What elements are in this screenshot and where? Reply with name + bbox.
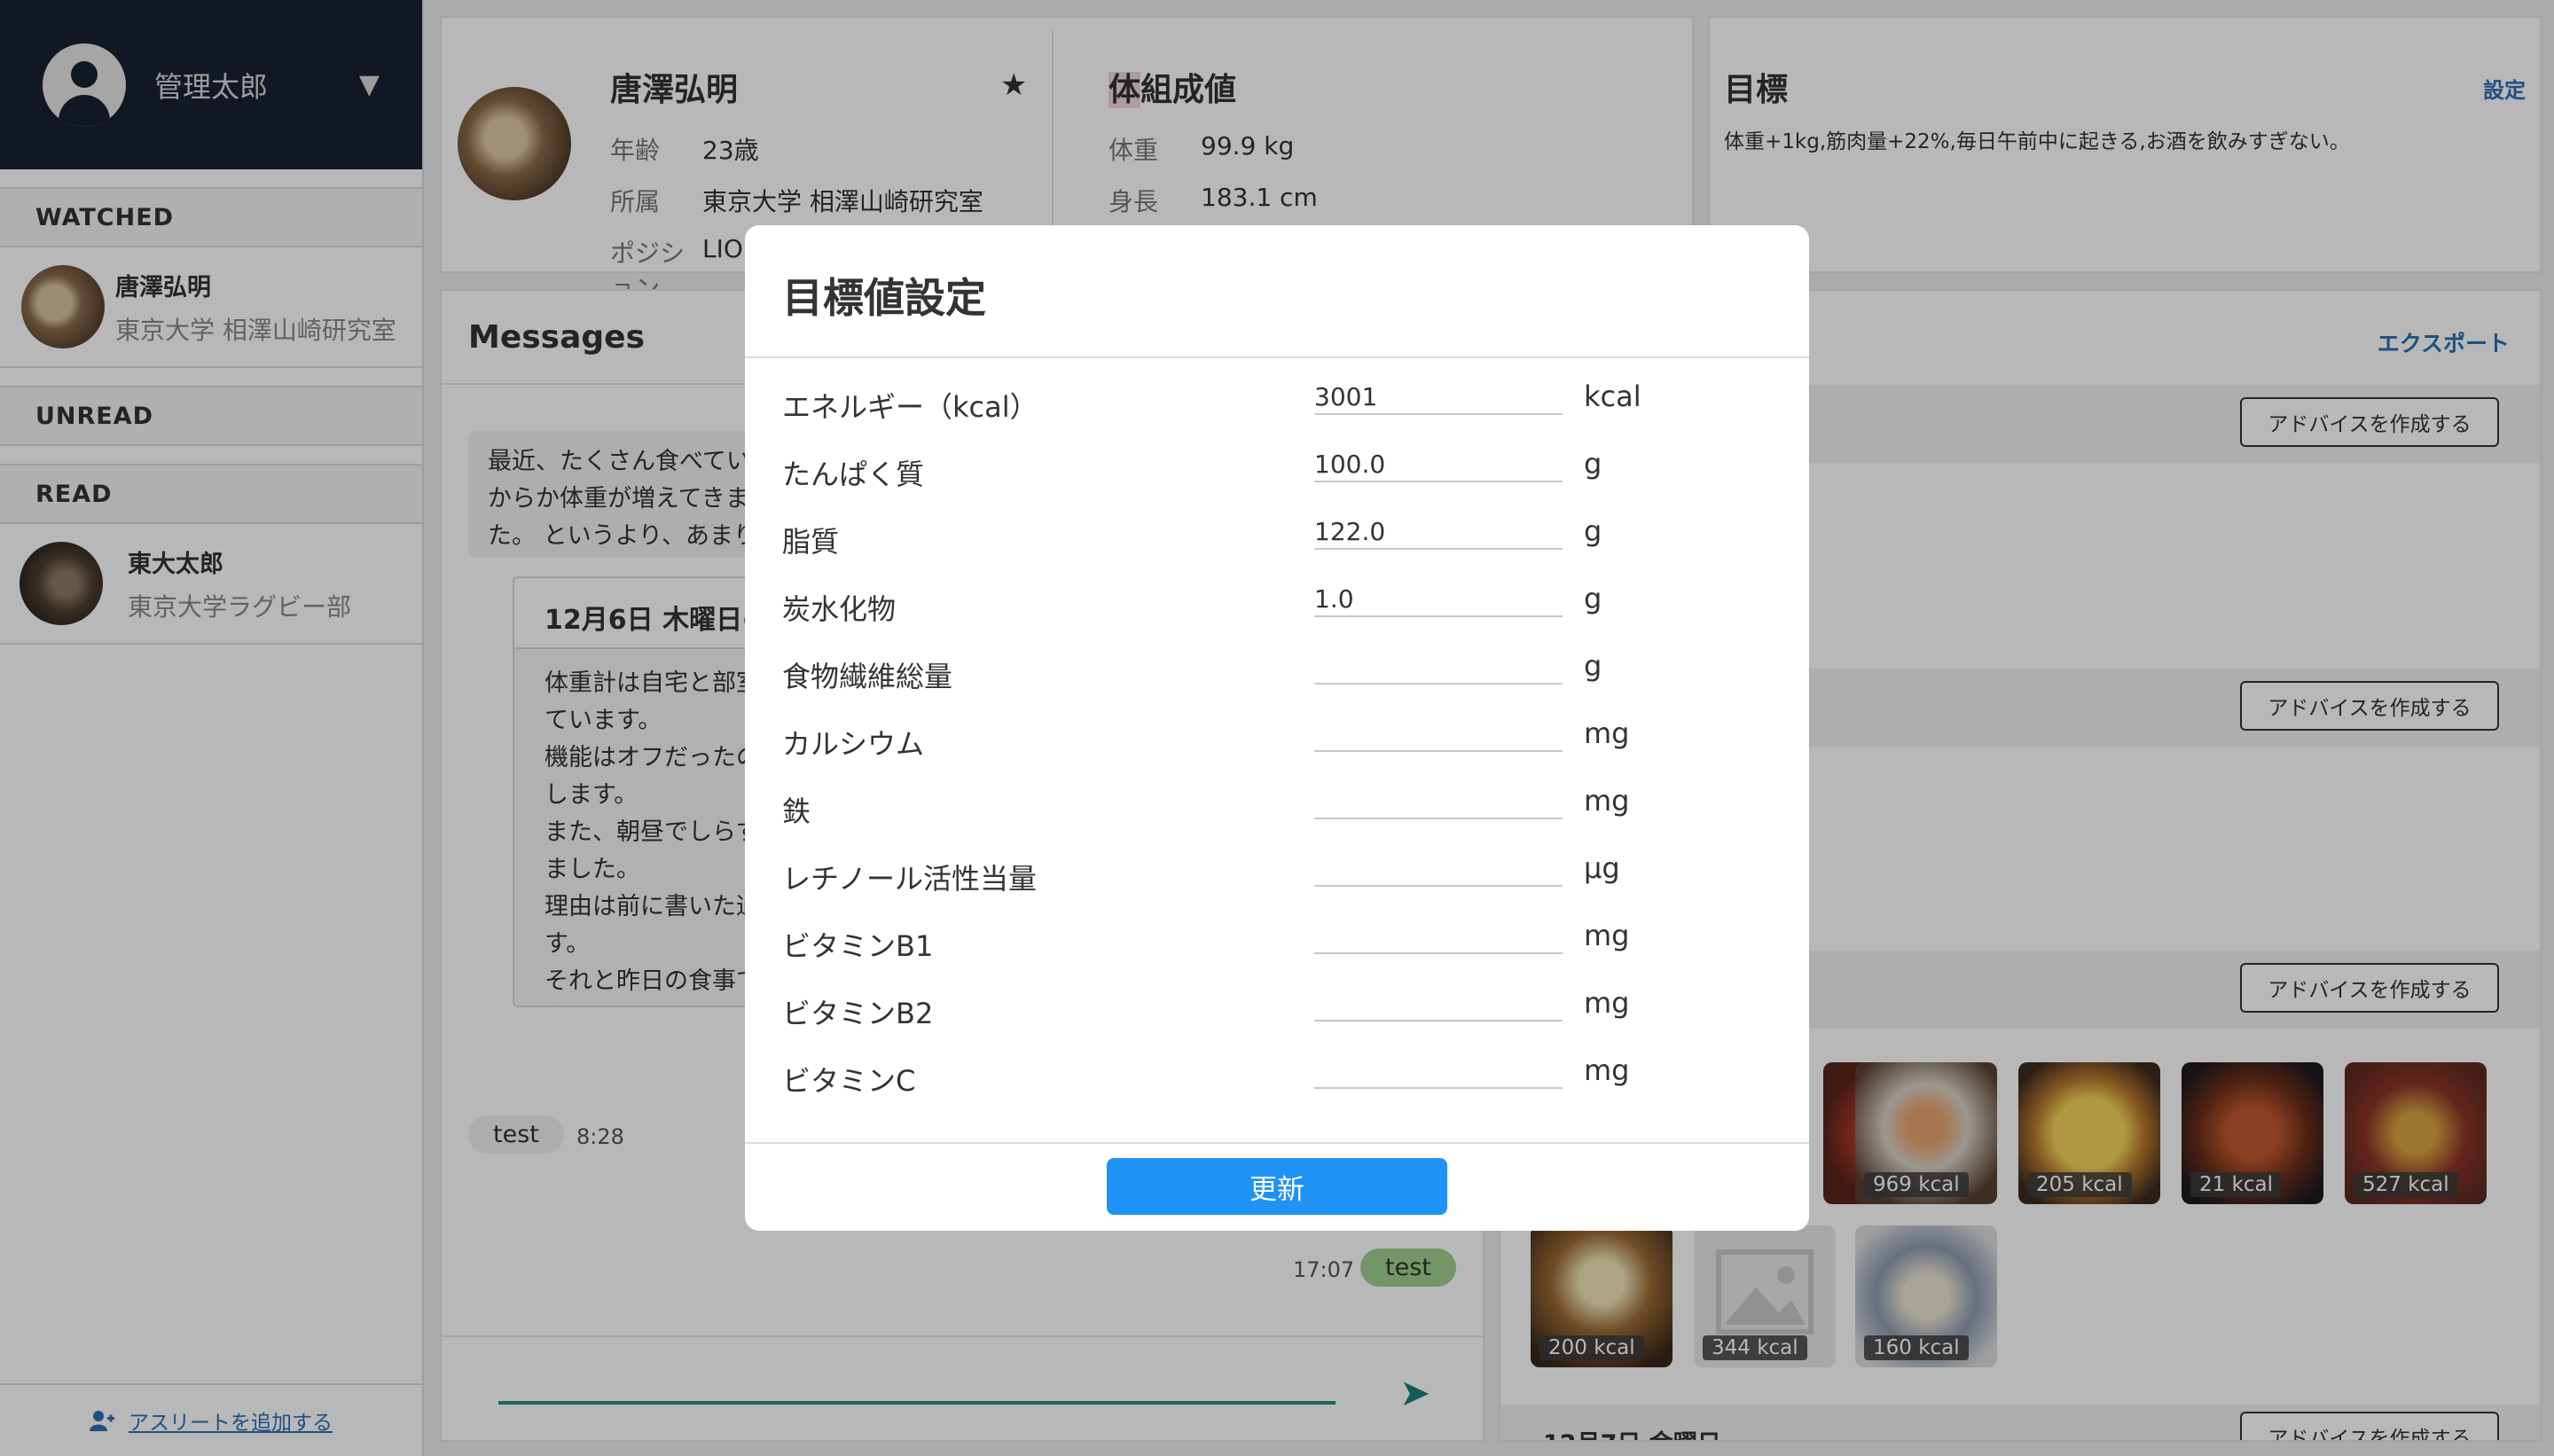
calcium-input[interactable] [1314,716,1563,752]
modal-title: 目標値設定 [745,225,1809,358]
form-row-calcium: カルシウム mg [782,704,1767,771]
field-label: ビタミンB2 [782,997,934,1030]
divider [745,1142,1809,1144]
field-unit: mg [1584,784,1630,818]
field-unit: mg [1584,986,1630,1020]
carbohydrate-input[interactable] [1314,582,1563,617]
field-unit: g [1584,447,1602,481]
form-row-vitamin-c: ビタミンC mg [782,1041,1767,1108]
field-label: ビタミンC [782,1064,916,1098]
form-row-retinol: レチノール活性当量 µg [782,839,1767,906]
field-label: エネルギー（kcal） [782,390,1038,424]
vitamin-c-input[interactable] [1314,1053,1563,1089]
field-label: 炭水化物 [782,592,897,626]
field-unit: g [1584,514,1602,548]
vitamin-b1-input[interactable] [1314,919,1563,954]
form-row-carbohydrate: 炭水化物 g [782,569,1767,637]
field-label: 脂質 [782,525,840,559]
form-row-iron: 鉄 mg [782,771,1767,839]
energy-input[interactable] [1314,380,1563,415]
retinol-input[interactable] [1314,851,1563,887]
field-label: ビタミンB1 [782,929,934,963]
field-unit: µg [1584,851,1620,885]
form-row-vitamin-b2: ビタミンB2 mg [782,974,1767,1041]
field-unit: mg [1584,919,1630,952]
form-row-vitamin-b1: ビタミンB1 mg [782,906,1767,974]
field-label: カルシウム [782,727,925,761]
field-unit: g [1584,582,1602,615]
form-row-fiber: 食物繊維総量 g [782,637,1767,704]
field-label: 食物繊維総量 [782,660,953,693]
fiber-input[interactable] [1314,649,1563,685]
field-unit: g [1584,649,1602,683]
form-row-protein: たんぱく質 g [782,434,1767,502]
iron-input[interactable] [1314,784,1563,819]
fat-input[interactable] [1314,514,1563,550]
form-row-fat: 脂質 g [782,502,1767,569]
field-label: たんぱく質 [782,458,925,491]
field-unit: kcal [1584,380,1641,413]
field-label: 鉄 [782,795,811,828]
field-unit: mg [1584,1053,1630,1087]
field-label: レチノール活性当量 [782,862,1038,896]
vitamin-b2-input[interactable] [1314,986,1563,1022]
goal-settings-modal: 目標値設定 エネルギー（kcal） kcal たんぱく質 g 脂質 g 炭水化物… [745,225,1809,1231]
field-unit: mg [1584,716,1630,750]
form-row-energy: エネルギー（kcal） kcal [782,367,1767,434]
update-button[interactable]: 更新 [1107,1158,1447,1215]
protein-input[interactable] [1314,447,1563,482]
